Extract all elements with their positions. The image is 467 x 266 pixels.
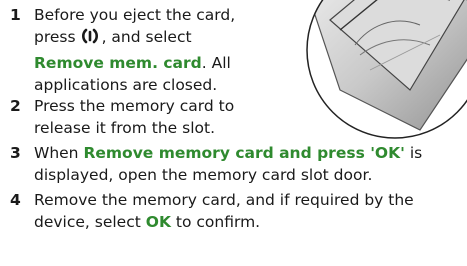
step-text: Press the memory card to release it from… [34, 95, 234, 139]
step-line: press , and select [34, 26, 235, 52]
step-line: release it from the slot. [34, 119, 215, 137]
power-icon [80, 26, 100, 52]
step-line: Remove mem. card. All [34, 52, 235, 74]
message-remove-memory-card: Remove memory card and press 'OK' [83, 144, 405, 162]
step-number: 3 [10, 144, 21, 162]
step-text: Before you eject the card, press , and se… [34, 4, 235, 96]
step-line: Press the memory card to [34, 97, 235, 115]
step-text-fragment: is [409, 144, 423, 162]
step-text: When Remove memory card and press 'OK' i… [34, 142, 422, 186]
option-ok: OK [145, 213, 171, 231]
step-text-fragment: press [34, 28, 76, 46]
step-line: When Remove memory card and press 'OK' i… [34, 142, 422, 164]
step-text-fragment: to confirm. [175, 213, 261, 231]
step-line: displayed, open the memory card slot doo… [34, 166, 373, 184]
step-line: device, select OK to confirm. [34, 211, 414, 233]
step-text-fragment: When [34, 144, 79, 162]
step-line: Remove the memory card, and if required … [34, 191, 414, 209]
step-text: Remove the memory card, and if required … [34, 189, 414, 233]
step-number: 4 [10, 191, 21, 209]
step-line: Before you eject the card, [34, 6, 236, 24]
step-text-fragment: device, select [34, 213, 141, 231]
step-text-fragment: . All [201, 54, 231, 72]
menu-option-remove-mem-card: Remove mem. card [34, 54, 202, 72]
step-text-fragment: , and select [101, 28, 192, 46]
step-line: applications are closed. [34, 76, 218, 94]
step-number: 1 [10, 6, 21, 24]
step-number: 2 [10, 97, 21, 115]
